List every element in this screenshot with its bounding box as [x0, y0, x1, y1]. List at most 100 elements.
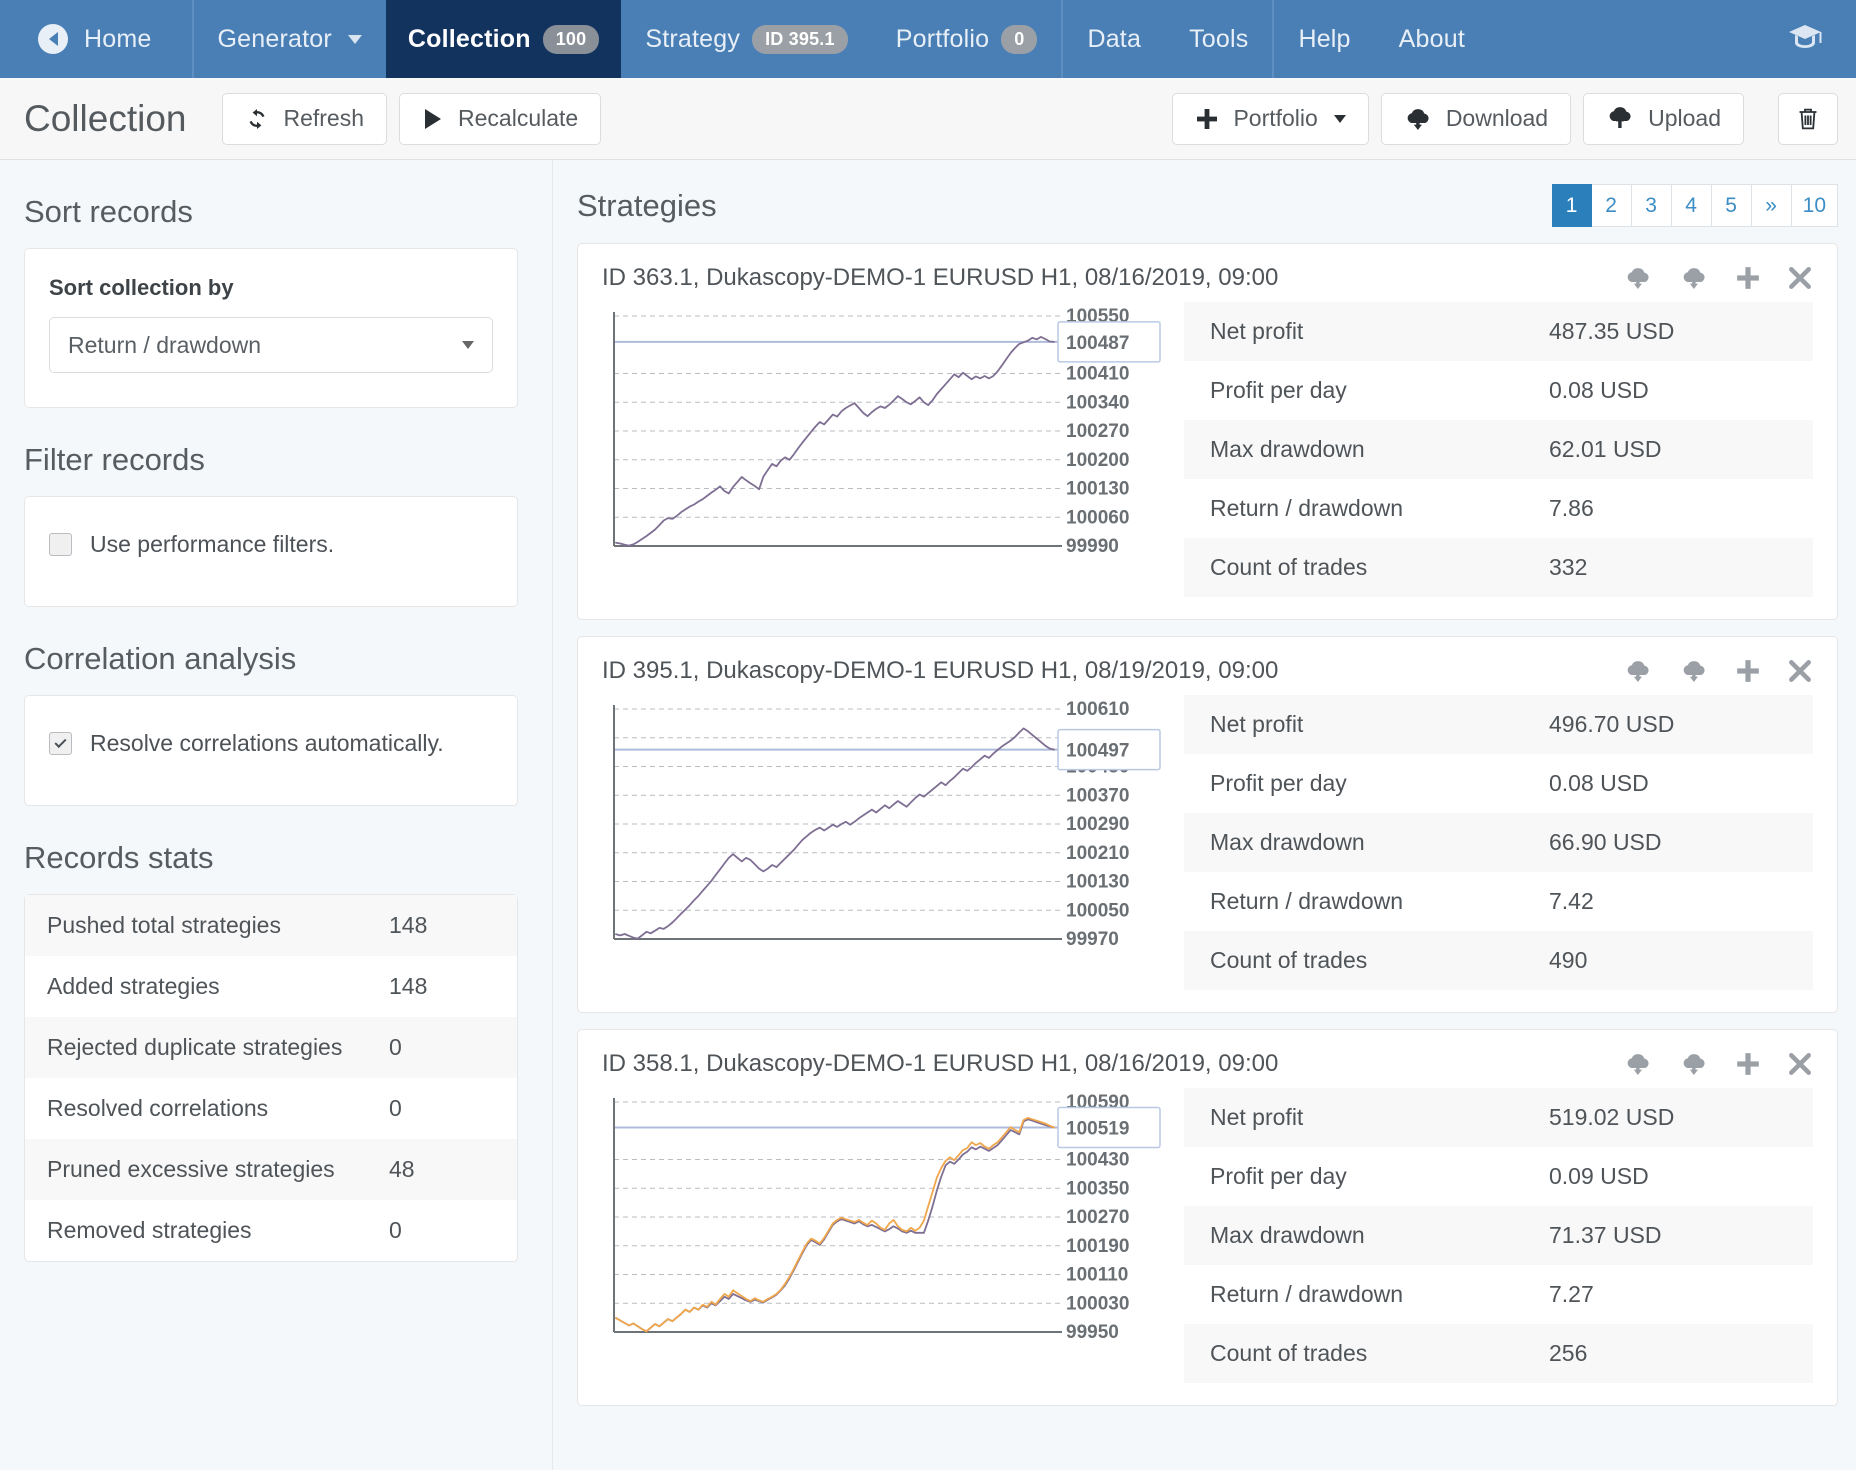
stat-value: 0: [389, 1095, 402, 1121]
delete-button[interactable]: [1778, 92, 1838, 145]
portfolio-label: Portfolio: [1233, 105, 1318, 131]
plus-icon[interactable]: [1735, 658, 1761, 684]
collection-count-badge: 100: [542, 24, 600, 54]
nav-label-home: Home: [84, 24, 152, 53]
stat-label: Max drawdown: [1210, 829, 1365, 855]
close-icon[interactable]: [1787, 265, 1813, 291]
stat-value: 490: [1549, 947, 1588, 973]
strategy-stats-table: Net profit 519.02 USD Profit per day 0.09 …: [1184, 1088, 1813, 1383]
cloud-download-icon[interactable]: [1623, 266, 1653, 290]
page-button-2[interactable]: 2: [1591, 184, 1632, 227]
equity-chart-1: 9997010005010013010021010029010037010045…: [602, 695, 1162, 957]
plus-icon[interactable]: [1735, 1051, 1761, 1077]
use-performance-filters-row[interactable]: Use performance filters.: [49, 531, 493, 558]
table-row: Max drawdown 66.90 USD: [1184, 813, 1813, 872]
nav-item-strategy[interactable]: Strategy ID 395.1: [621, 0, 871, 78]
table-row: Max drawdown 62.01 USD: [1184, 420, 1813, 479]
records-stats-panel: Pushed total strategies 148 Added strate…: [24, 894, 518, 1262]
plus-icon[interactable]: [1735, 265, 1761, 291]
resolve-correlations-row[interactable]: Resolve correlations automatically.: [49, 730, 493, 757]
play-icon: [422, 107, 444, 131]
stat-value: 48: [389, 1156, 415, 1182]
table-row: Return / drawdown 7.27: [1184, 1265, 1813, 1324]
use-performance-filters-checkbox[interactable]: [49, 533, 72, 556]
stat-value: 0: [389, 1217, 402, 1243]
stat-label: Return / drawdown: [1210, 1281, 1404, 1307]
download-button[interactable]: Download: [1380, 92, 1572, 145]
resolve-correlations-checkbox[interactable]: [49, 732, 72, 755]
page-button-1[interactable]: 1: [1551, 184, 1592, 227]
nav-item-portfolio[interactable]: Portfolio 0: [872, 0, 1062, 78]
nav-item-data[interactable]: Data: [1063, 0, 1165, 78]
strategy-card-header: ID 358.1, Dukascopy-DEMO-1 EURUSD H1, 08…: [602, 1050, 1813, 1078]
close-icon[interactable]: [1787, 1051, 1813, 1077]
chevron-down-icon: [347, 34, 362, 44]
y-axis-tick-label: 99970: [1066, 929, 1119, 950]
page-button-last[interactable]: 10: [1791, 184, 1838, 227]
y-axis-tick-label: 100060: [1066, 507, 1129, 528]
stat-label: Return / drawdown: [1210, 888, 1404, 914]
equity-chart-2: 99950 100030 100110 100190 100270 100350 10043…: [602, 1088, 1162, 1350]
nav-item-about[interactable]: About: [1375, 0, 1489, 78]
upload-button[interactable]: Upload: [1583, 92, 1744, 145]
recalculate-button[interactable]: Recalculate: [399, 92, 602, 145]
add-portfolio-button[interactable]: Portfolio: [1172, 92, 1369, 145]
strategies-panel: Strategies 1 2 3 4 5 » 10 ID 363.1, Duka…: [552, 160, 1856, 1470]
refresh-button[interactable]: Refresh: [222, 92, 388, 145]
nav-item-help[interactable]: Help: [1274, 0, 1374, 78]
y-axis-tick-label: 100610: [1066, 699, 1129, 720]
cloud-download-icon[interactable]: [1623, 659, 1653, 683]
y-axis-tick-label: 100270: [1066, 421, 1129, 442]
upload-label: Upload: [1648, 105, 1721, 131]
cloud-upload-icon: [1606, 106, 1634, 131]
page-button-next[interactable]: »: [1751, 184, 1792, 227]
page-title: Collection: [24, 97, 187, 139]
nav-label-tools: Tools: [1189, 24, 1249, 53]
graduation-cap-icon[interactable]: [1788, 22, 1822, 57]
page-button-4[interactable]: 4: [1671, 184, 1712, 227]
table-row: Added strategies 148: [25, 956, 517, 1017]
stat-value: 0: [389, 1034, 402, 1060]
page-button-3[interactable]: 3: [1631, 184, 1672, 227]
strategy-card: ID 363.1, Dukascopy-DEMO-1 EURUSD H1, 08…: [577, 243, 1838, 620]
close-icon[interactable]: [1787, 658, 1813, 684]
nav-item-generator[interactable]: Generator: [194, 0, 386, 78]
recalculate-label: Recalculate: [458, 105, 579, 131]
sort-collection-by-select[interactable]: Return / drawdown: [49, 317, 493, 373]
cloud-download-alt-icon[interactable]: [1679, 1052, 1709, 1076]
nav-item-home[interactable]: Home: [0, 0, 192, 78]
table-row: Rejected duplicate strategies 0: [25, 1017, 517, 1078]
cloud-download-alt-icon[interactable]: [1679, 266, 1709, 290]
strategy-card-actions: [1623, 265, 1813, 291]
page-toolbar: Collection Refresh Recalculate Portfolio: [0, 78, 1856, 160]
stat-label: Max drawdown: [1210, 436, 1365, 462]
strategies-heading: Strategies: [577, 187, 717, 223]
strategy-card-body: 99950 100030 100110 100190 100270 100350 10043…: [602, 1088, 1813, 1383]
strategy-stats-0: Net profit 487.35 USD Profit per day 0.08 …: [1184, 302, 1813, 597]
refresh-label: Refresh: [283, 105, 365, 131]
y-axis-tick-label: 100130: [1066, 479, 1129, 500]
filter-panel: Use performance filters.: [24, 496, 518, 607]
strategy-stats-2: Net profit 519.02 USD Profit per day 0.09 …: [1184, 1088, 1813, 1383]
nav-item-collection[interactable]: Collection 100: [385, 0, 622, 78]
table-row: Count of trades 332: [1184, 538, 1813, 597]
strategy-card-title: ID 358.1, Dukascopy-DEMO-1 EURUSD H1, 08…: [602, 1050, 1279, 1077]
strategy-id-badge: ID 395.1: [752, 24, 848, 54]
y-axis-tick-label: 100410: [1066, 364, 1129, 385]
series-line-balance: [615, 336, 1055, 547]
toolbar-right-group: Portfolio Download Upload: [1172, 92, 1838, 145]
nav-item-tools[interactable]: Tools: [1165, 0, 1272, 78]
cloud-download-icon[interactable]: [1623, 1052, 1653, 1076]
table-row: Net profit 519.02 USD: [1184, 1088, 1813, 1147]
portfolio-count-badge: 0: [1001, 24, 1038, 54]
y-axis-tick-label: 100110: [1066, 1265, 1128, 1286]
page-button-5[interactable]: 5: [1711, 184, 1752, 227]
table-row: Profit per day 0.08 USD: [1184, 361, 1813, 420]
cloud-download-alt-icon[interactable]: [1679, 659, 1709, 683]
y-axis-tick-label: 100370: [1066, 785, 1129, 806]
equity-curve-svg: 99950 100030 100110 100190 100270 100350 10043…: [613, 1092, 1161, 1343]
table-row: Count of trades 490: [1184, 931, 1813, 990]
table-row: Pruned excessive strategies 48: [25, 1139, 517, 1200]
stat-value: 7.86: [1549, 495, 1594, 521]
stat-value: 7.42: [1549, 888, 1594, 914]
